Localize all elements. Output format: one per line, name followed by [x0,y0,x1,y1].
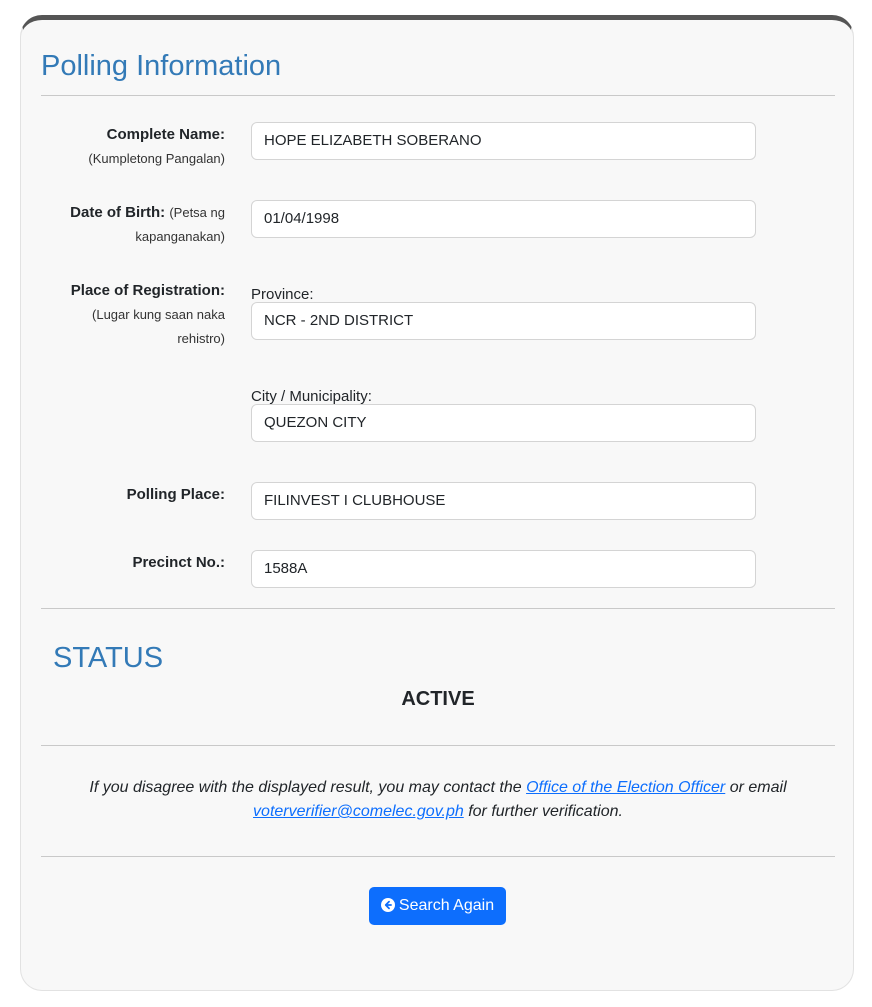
place-of-registration-label: Place of Registration: (Lugar kung saan … [70,282,225,346]
disagreement-notice: If you disagree with the displayed resul… [89,779,787,820]
office-of-election-officer-link[interactable]: Office of the Election Officer [526,779,725,796]
divider [41,745,835,746]
complete-name-field[interactable]: HOPE ELIZABETH SOBERANO [251,122,756,160]
page-title: Polling Information [41,50,282,82]
date-of-birth-field[interactable]: 01/04/1998 [251,200,756,238]
status-value: ACTIVE [401,688,475,710]
divider [41,608,835,609]
voterverifier-email-link[interactable]: voterverifier@comelec.gov.ph [253,803,464,820]
divider [41,95,835,96]
city-municipality-field[interactable]: QUEZON CITY [251,404,756,442]
precinct-number-label: Precinct No.: [132,554,225,571]
status-heading: STATUS [53,642,164,674]
arrow-circle-left-icon [380,890,395,912]
polling-place-label: Polling Place: [126,486,225,503]
search-again-button[interactable]: Search Again [369,887,506,925]
polling-place-field[interactable]: FILINVEST I CLUBHOUSE [251,482,756,520]
province-field[interactable]: NCR - 2ND DISTRICT [251,302,756,340]
search-again-label: Search Again [398,897,495,914]
complete-name-label: Complete Name: (Kumpletong Pangalan) [88,126,225,166]
divider [41,856,835,857]
polling-information-card: Polling Information Complete Name: (Kump… [20,15,854,991]
date-of-birth-label: Date of Birth: (Petsa ng kapanganakan) [70,204,225,244]
precinct-number-field[interactable]: 1588A [251,550,756,588]
